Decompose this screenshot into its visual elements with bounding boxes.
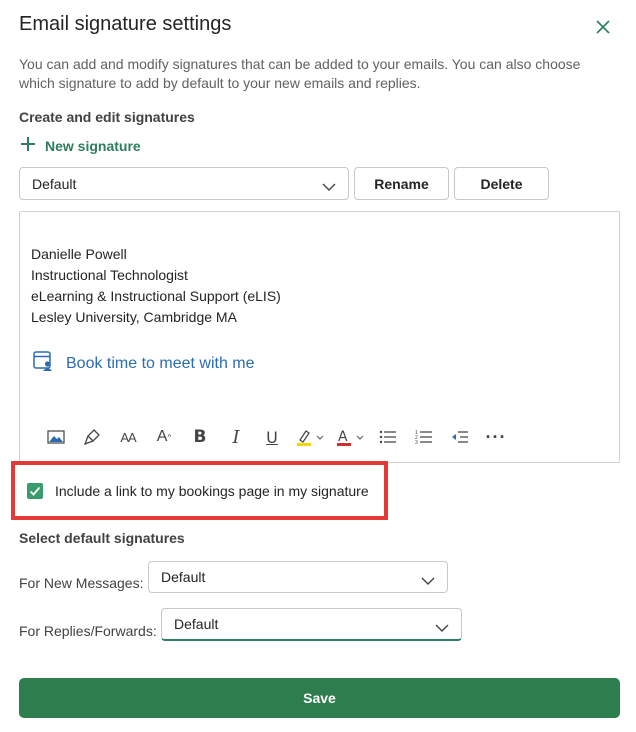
signature-line: eLearning & Instructional Support (eLIS)	[31, 288, 281, 304]
close-icon[interactable]	[593, 17, 613, 37]
formatting-toolbar: AA A ^ B I U A 123 ···	[38, 426, 514, 448]
calendar-person-icon	[32, 350, 54, 377]
rename-button[interactable]: Rename	[354, 167, 449, 200]
format-painter-icon[interactable]	[74, 426, 110, 448]
replies-forwards-select[interactable]: Default	[161, 608, 462, 641]
signature-select[interactable]: Default	[19, 167, 349, 200]
decrease-indent-icon[interactable]	[442, 426, 478, 448]
new-messages-select[interactable]: Default	[148, 561, 448, 593]
booking-link[interactable]: Book time to meet with me	[32, 350, 255, 377]
italic-icon[interactable]: I	[218, 426, 254, 448]
signature-line: Instructional Technologist	[31, 267, 188, 283]
create-signatures-heading: Create and edit signatures	[19, 109, 195, 125]
delete-button[interactable]: Delete	[454, 167, 549, 200]
chevron-down-icon	[421, 573, 435, 589]
grow-font-glyph: A	[156, 428, 168, 445]
insert-picture-icon[interactable]	[38, 426, 74, 448]
signature-editor[interactable]: Danielle Powell Instructional Technologi…	[19, 211, 620, 463]
font-color-icon[interactable]: A	[330, 426, 370, 448]
bold-icon[interactable]: B	[182, 426, 218, 448]
plus-icon	[19, 135, 37, 158]
booking-link-text: Book time to meet with me	[66, 354, 255, 372]
new-messages-select-value: Default	[161, 569, 206, 585]
dialog-description: You can add and modify signatures that c…	[19, 56, 581, 91]
signature-line: Danielle Powell	[31, 246, 127, 262]
booking-link-checkbox[interactable]	[27, 483, 43, 499]
checkmark-icon	[29, 486, 41, 496]
font-size-glyph: AA	[120, 429, 136, 445]
grow-font-icon[interactable]: A ^	[146, 426, 182, 448]
font-size-icon[interactable]: AA	[110, 426, 146, 448]
bullet-list-icon[interactable]	[370, 426, 406, 448]
replies-forwards-select-value: Default	[174, 616, 219, 632]
underline-icon[interactable]: U	[254, 426, 290, 448]
svg-text:A: A	[338, 429, 348, 445]
svg-text:3: 3	[415, 440, 418, 444]
signature-line: Lesley University, Cambridge MA	[31, 309, 237, 325]
booking-link-checkbox-label: Include a link to my bookings page in my…	[55, 483, 369, 499]
new-signature-button[interactable]: New signature	[19, 135, 141, 157]
chevron-down-icon	[322, 179, 336, 195]
signature-select-value: Default	[32, 175, 77, 192]
save-button[interactable]: Save	[19, 678, 620, 718]
signature-text: Danielle Powell Instructional Technologi…	[31, 244, 281, 328]
chevron-down-icon	[435, 620, 449, 636]
highlight-icon[interactable]	[290, 426, 330, 448]
new-messages-label: For New Messages:	[19, 575, 144, 591]
new-signature-label: New signature	[45, 138, 141, 154]
default-signatures-heading: Select default signatures	[19, 530, 185, 546]
replies-forwards-label: For Replies/Forwards:	[19, 623, 157, 639]
numbered-list-icon[interactable]: 123	[406, 426, 442, 448]
more-options-icon[interactable]: ···	[478, 426, 514, 448]
dialog-title: Email signature settings	[19, 13, 232, 35]
